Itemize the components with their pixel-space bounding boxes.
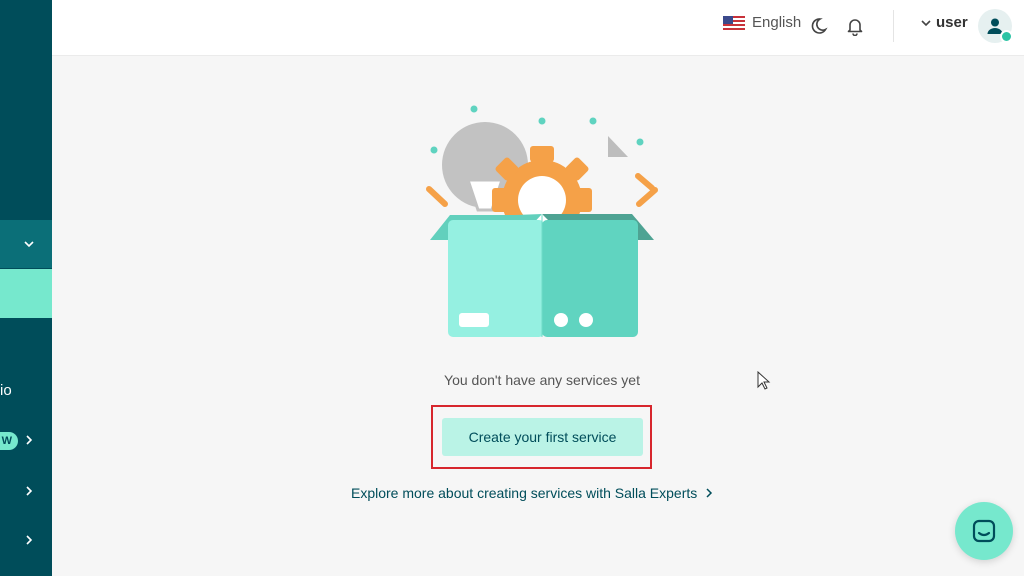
mouse-cursor-icon bbox=[757, 371, 771, 390]
avatar[interactable] bbox=[978, 9, 1013, 43]
create-first-service-button[interactable]: Create your first service bbox=[442, 418, 643, 456]
header-divider bbox=[893, 10, 894, 42]
chevron-down-icon bbox=[24, 241, 34, 248]
sidebar-item-expanded[interactable] bbox=[0, 220, 52, 268]
us-flag-icon bbox=[723, 15, 745, 30]
chevron-right-icon[interactable] bbox=[24, 485, 34, 497]
sidebar: io W bbox=[0, 0, 52, 576]
new-badge: W bbox=[0, 432, 18, 450]
bell-icon bbox=[847, 19, 863, 36]
empty-box-illustration bbox=[426, 105, 658, 337]
chevron-right-icon bbox=[706, 488, 713, 498]
explore-link-label: Explore more about creating services wit… bbox=[351, 485, 698, 501]
language-switcher[interactable]: English bbox=[723, 14, 801, 31]
theme-toggle-button[interactable] bbox=[809, 14, 833, 38]
explore-salla-experts-link[interactable]: Explore more about creating services wit… bbox=[351, 485, 713, 501]
language-label: English bbox=[752, 14, 802, 31]
moon-icon bbox=[811, 18, 828, 34]
notifications-button[interactable] bbox=[843, 14, 867, 38]
online-status-dot bbox=[1000, 30, 1013, 43]
sidebar-item-active[interactable] bbox=[0, 269, 52, 318]
chevron-right-icon[interactable] bbox=[24, 534, 34, 546]
top-header: English user bbox=[52, 0, 1024, 56]
chevron-down-icon bbox=[921, 19, 931, 26]
chat-icon bbox=[972, 519, 996, 543]
empty-state-message: You don't have any services yet bbox=[444, 372, 640, 388]
user-menu[interactable]: user bbox=[920, 14, 968, 31]
user-name: user bbox=[936, 14, 968, 31]
chevron-right-icon[interactable] bbox=[24, 434, 34, 446]
chat-launcher-button[interactable] bbox=[955, 502, 1013, 560]
sidebar-item-label[interactable]: io bbox=[0, 382, 12, 399]
